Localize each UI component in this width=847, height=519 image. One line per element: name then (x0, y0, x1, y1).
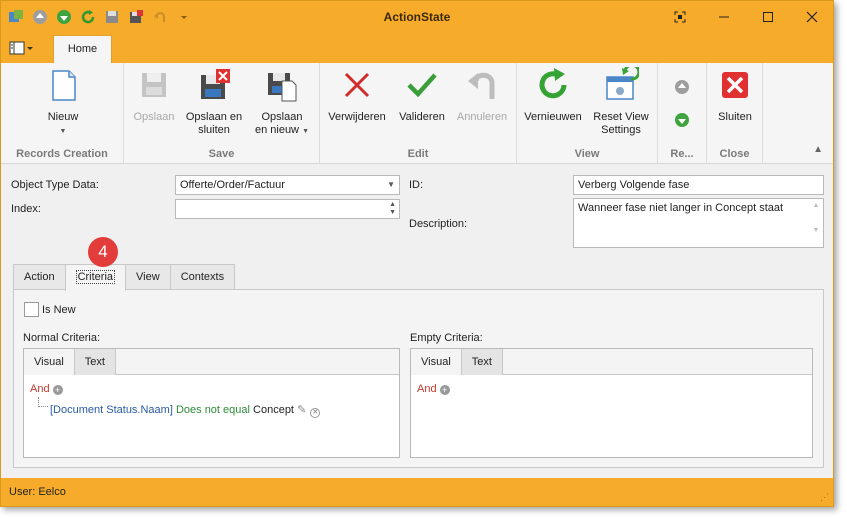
normal-group-node[interactable]: And + (30, 383, 63, 395)
tab-view[interactable]: View (125, 264, 171, 290)
app-window: ActionState Home Nieuw ▼ Records Creatio… (0, 0, 834, 507)
object-type-value: Offerte/Order/Factuur (180, 179, 285, 191)
normal-criteria-label: Normal Criteria: (23, 332, 101, 344)
normal-tab-visual[interactable]: Visual (24, 349, 75, 375)
remove-condition-icon[interactable]: ✕ (310, 408, 321, 418)
normal-criteria-tabs: Visual Text (24, 349, 399, 375)
description-field[interactable]: Wanneer fase niet langer in Concept staa… (573, 198, 824, 248)
status-bar: User: Eelco ⋰ (1, 478, 833, 506)
condition-node[interactable]: [Document Status.Naam] Does not equal Co… (50, 403, 321, 418)
criteria-panel: Is New Normal Criteria: Empty Criteria: … (13, 289, 824, 468)
chevron-down-icon: ▼ (387, 180, 395, 189)
description-value: Wanneer fase niet langer in Concept staa… (578, 202, 784, 214)
description-label: Description: (409, 218, 468, 230)
index-spin-field[interactable]: ▲ ▼ (175, 199, 400, 219)
detail-tabs: Action Criteria View Contexts (13, 264, 236, 291)
pencil-icon[interactable]: ✎ (297, 404, 306, 416)
id-value: Verberg Volgende fase (578, 179, 690, 191)
empty-tab-visual[interactable]: Visual (411, 349, 462, 375)
add-condition-icon[interactable]: + (439, 385, 450, 395)
status-user: User: Eelco (9, 486, 66, 498)
id-field[interactable]: Verberg Volgende fase (573, 175, 824, 195)
group-operator[interactable]: And (30, 383, 50, 395)
condition-operator[interactable]: Does not equal (176, 404, 250, 416)
condition-value[interactable]: Concept (253, 404, 294, 416)
is-new-checkbox[interactable] (24, 302, 39, 317)
object-type-dropdown[interactable]: Offerte/Order/Factuur ▼ (175, 175, 400, 195)
normal-tab-text[interactable]: Text (74, 349, 116, 375)
empty-criteria-editor[interactable]: Visual Text And + (410, 348, 813, 458)
tab-criteria-label: Criteria (75, 270, 116, 284)
empty-criteria-tabs: Visual Text (411, 349, 812, 375)
empty-group-node[interactable]: And + (417, 383, 450, 395)
detail-view: Object Type Data: Offerte/Order/Factuur … (1, 1, 833, 478)
normal-criteria-editor[interactable]: Visual Text And + [Document Status.Naam] … (23, 348, 400, 458)
id-label: ID: (409, 179, 424, 191)
empty-group-operator[interactable]: And (417, 383, 437, 395)
tab-criteria[interactable]: Criteria (64, 264, 127, 291)
tab-contexts[interactable]: Contexts (169, 264, 236, 290)
index-label: Index: (11, 203, 41, 215)
add-condition-icon[interactable]: + (52, 385, 63, 395)
tab-action[interactable]: Action (13, 264, 66, 290)
is-new-label: Is New (42, 304, 76, 316)
empty-criteria-label: Empty Criteria: (410, 332, 483, 344)
description-scrollbar[interactable]: ▲ ▼ (809, 199, 823, 247)
step-badge: 4 (88, 237, 118, 267)
tree-connector (38, 397, 48, 407)
condition-field[interactable]: [Document Status.Naam] (50, 404, 173, 416)
empty-tab-text[interactable]: Text (461, 349, 503, 375)
spin-buttons-icon[interactable]: ▲ ▼ (389, 201, 396, 217)
resize-grip-icon[interactable]: ⋰ (820, 492, 829, 503)
object-type-label: Object Type Data: (11, 179, 99, 191)
